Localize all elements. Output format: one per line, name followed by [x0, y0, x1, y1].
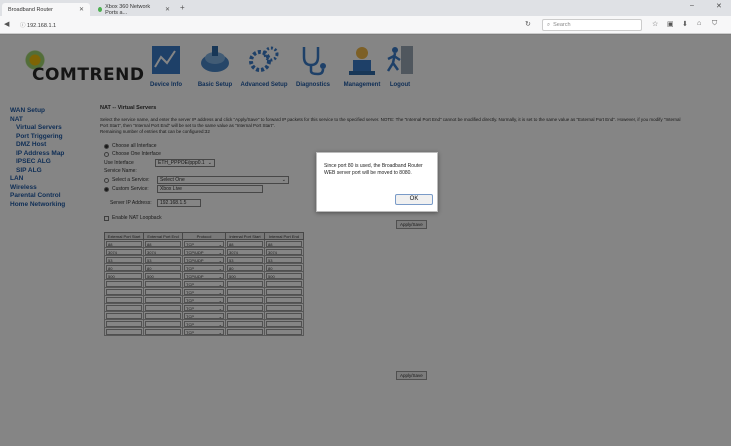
xbox-favicon-icon — [98, 7, 103, 12]
info-icon: ⓘ — [20, 23, 26, 29]
search-input[interactable]: ⌕ Search — [542, 19, 642, 31]
tab-title: Broadband Router — [8, 6, 53, 13]
tab-xbox-ports[interactable]: Xbox 360 Network Ports a... ✕ — [92, 3, 176, 16]
window-close-button[interactable]: ✕ — [716, 2, 722, 10]
download-icon[interactable]: ⬇ — [682, 20, 688, 28]
reader-icon[interactable]: ▣ — [667, 20, 674, 28]
shield-icon[interactable]: ⛉ — [712, 20, 717, 28]
browser-tab-bar: Broadband Router ✕ Xbox 360 Network Port… — [0, 0, 731, 16]
alert-message: Since port 80 is used, the Broadband Rou… — [324, 163, 423, 176]
tab-title: Xbox 360 Network Ports a... — [105, 3, 151, 16]
new-tab-button[interactable]: + — [180, 3, 185, 12]
modal-backdrop — [0, 35, 731, 446]
bookmark-star-icon[interactable]: ☆ — [652, 20, 658, 28]
url-bar[interactable]: ⓘ 192.168.1.1 — [16, 19, 536, 31]
minimize-button[interactable]: – — [690, 2, 694, 9]
home-icon[interactable]: ⌂ — [697, 20, 701, 27]
tab-close-icon[interactable]: ✕ — [165, 6, 170, 13]
reload-icon[interactable]: ↻ — [525, 20, 531, 28]
search-placeholder: Search — [553, 22, 571, 28]
tab-close-icon[interactable]: ✕ — [79, 6, 84, 13]
tab-broadband-router[interactable]: Broadband Router ✕ — [2, 3, 90, 16]
alert-dialog: Since port 80 is used, the Broadband Rou… — [316, 152, 438, 212]
url-text: 192.168.1.1 — [27, 23, 57, 29]
search-icon: ⌕ — [547, 22, 551, 28]
browser-nav-bar: ◀ ⓘ 192.168.1.1 ↻ ⌕ Search ☆ ▣ ⬇ ⌂ ⛉ — [0, 16, 731, 34]
ok-button[interactable]: OK — [395, 194, 433, 205]
back-icon[interactable]: ◀ — [4, 20, 9, 28]
